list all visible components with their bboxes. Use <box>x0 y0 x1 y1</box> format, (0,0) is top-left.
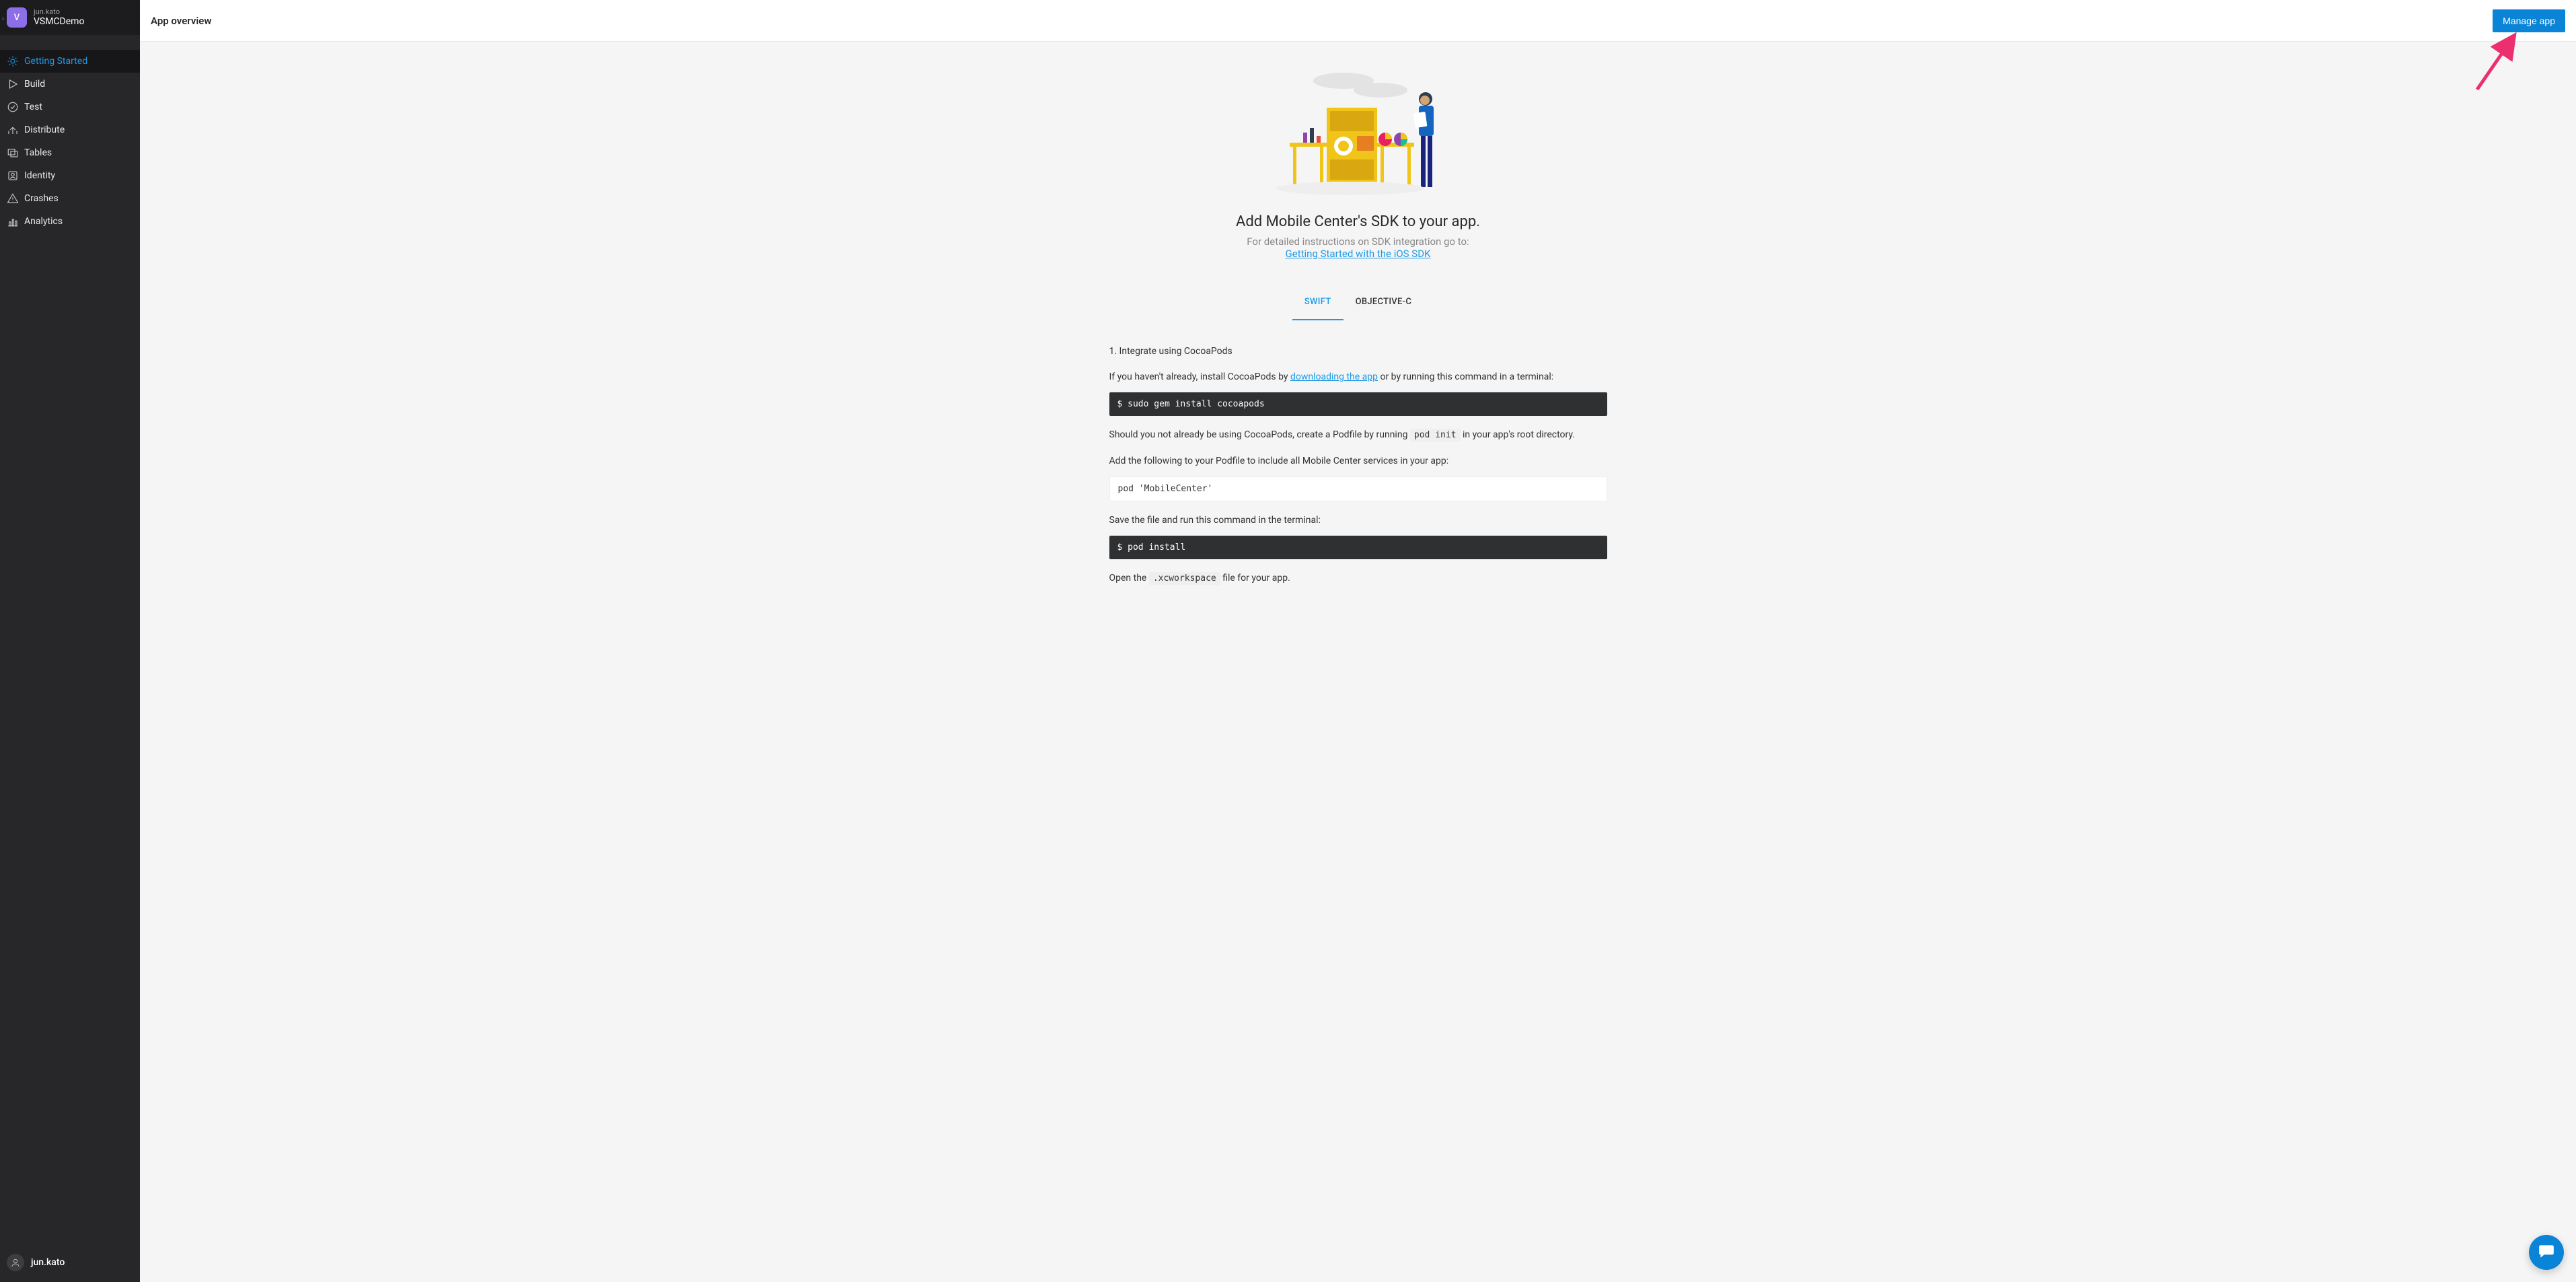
sidebar-item-label: Analytics <box>24 216 63 227</box>
sidebar-item-label: Distribute <box>24 124 65 135</box>
sidebar-item-test[interactable]: Test <box>0 96 140 118</box>
avatar <box>7 1254 24 1271</box>
distribute-icon <box>7 124 19 136</box>
text: Open the <box>1109 573 1149 583</box>
hero: Add Mobile Center's SDK to your app. For… <box>1109 69 1607 260</box>
app-meta: jun.kato VSMCDemo <box>34 7 84 28</box>
hero-subtitle-text: For detailed instructions on SDK integra… <box>1247 236 1469 248</box>
step1-paragraph3: Add the following to your Podfile to inc… <box>1109 454 1607 468</box>
sidebar-item-tables[interactable]: Tables <box>0 141 140 164</box>
sun-icon <box>7 55 19 67</box>
text: Should you not already be using CocoaPod… <box>1109 429 1410 440</box>
step1-paragraph5: Open the .xcworkspace file for your app. <box>1109 571 1607 585</box>
app-icon: V <box>7 7 27 28</box>
sidebar-item-label: Test <box>24 102 42 112</box>
terminal-command-pod-install: $ pod install <box>1109 536 1607 559</box>
download-app-link[interactable]: downloading the app <box>1290 371 1378 382</box>
content-scroll[interactable]: Add Mobile Center's SDK to your app. For… <box>140 42 2576 1282</box>
lang-tabs: SWIFT OBJECTIVE-C <box>1109 290 1607 320</box>
page-title: App overview <box>151 15 211 27</box>
sidebar-item-label: Crashes <box>24 193 59 204</box>
sidebar-item-label: Tables <box>24 147 52 158</box>
sidebar-item-label: Getting Started <box>24 56 87 67</box>
text: or by running this command in a terminal… <box>1378 371 1553 382</box>
identity-icon <box>7 170 19 182</box>
sidebar-nav: Getting Started Build Test Distribute Ta… <box>0 50 140 233</box>
sidebar-item-label: Identity <box>24 170 55 181</box>
app-owner: jun.kato <box>34 7 84 16</box>
text: If you haven't already, install CocoaPod… <box>1109 371 1290 382</box>
tab-objective-c[interactable]: OBJECTIVE-C <box>1344 290 1424 320</box>
inline-code-pod-init: pod init <box>1410 429 1461 441</box>
inline-code-xcworkspace: .xcworkspace <box>1149 572 1220 585</box>
warning-icon <box>7 192 19 205</box>
content: Add Mobile Center's SDK to your app. For… <box>1096 42 1621 634</box>
terminal-command-install-cocoapods: $ sudo gem install cocoapods <box>1109 392 1607 416</box>
manage-app-button[interactable]: Manage app <box>2493 9 2565 32</box>
hero-subtitle-link[interactable]: Getting Started with the iOS SDK <box>1286 248 1431 260</box>
main-area: App overview Manage app <box>140 0 2576 1282</box>
hero-illustration <box>1276 69 1440 200</box>
tables-icon <box>7 147 19 159</box>
text: file for your app. <box>1220 573 1290 583</box>
tab-swift[interactable]: SWIFT <box>1292 290 1344 320</box>
analytics-icon <box>7 215 19 227</box>
sidebar-item-build[interactable]: Build <box>0 73 140 96</box>
sidebar-item-identity[interactable]: Identity <box>0 164 140 187</box>
step1-paragraph4: Save the file and run this command in th… <box>1109 513 1607 528</box>
hero-heading: Add Mobile Center's SDK to your app. <box>1109 213 1607 230</box>
back-chevron-icon[interactable]: ‹ <box>0 13 6 25</box>
app-header[interactable]: ‹ V jun.kato VSMCDemo <box>0 0 140 35</box>
sidebar-item-getting-started[interactable]: Getting Started <box>0 50 140 73</box>
step1-heading: 1. Integrate using CocoaPods <box>1109 346 1607 357</box>
chat-icon <box>2538 1242 2555 1262</box>
user-name: jun.kato <box>31 1257 65 1268</box>
sidebar-item-analytics[interactable]: Analytics <box>0 210 140 233</box>
app-name: VSMCDemo <box>34 16 84 28</box>
podfile-line: pod 'MobileCenter' <box>1109 476 1607 501</box>
check-circle-icon <box>7 101 19 113</box>
sidebar-item-distribute[interactable]: Distribute <box>0 118 140 141</box>
integration-steps: 1. Integrate using CocoaPods If you have… <box>1109 346 1607 585</box>
play-icon <box>7 78 19 90</box>
sidebar: ‹ V jun.kato VSMCDemo Getting Started Bu… <box>0 0 140 1282</box>
step1-paragraph1: If you haven't already, install CocoaPod… <box>1109 370 1607 384</box>
hero-subtitle: For detailed instructions on SDK integra… <box>1109 236 1607 260</box>
sidebar-item-crashes[interactable]: Crashes <box>0 187 140 210</box>
sidebar-item-label: Build <box>24 79 45 90</box>
user-footer[interactable]: jun.kato <box>0 1246 140 1282</box>
step1-paragraph2: Should you not already be using CocoaPod… <box>1109 428 1607 442</box>
text: in your app's root directory. <box>1461 429 1575 440</box>
topbar: App overview Manage app <box>140 0 2576 42</box>
chat-fab-button[interactable] <box>2529 1235 2564 1270</box>
